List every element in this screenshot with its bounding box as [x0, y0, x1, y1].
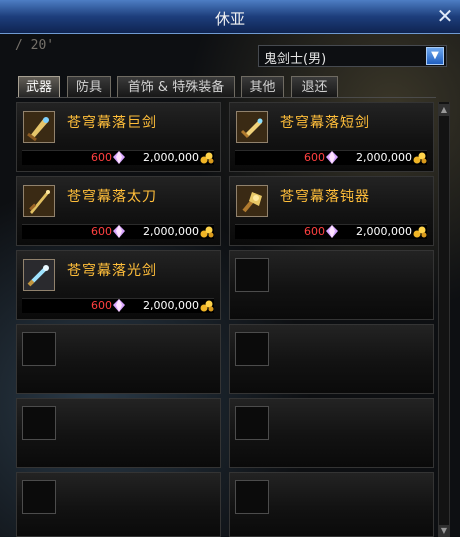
shop-item[interactable]: 苍穹幕落太刀 600 2,000,000: [16, 176, 221, 246]
crystal-icon: [113, 225, 125, 238]
shop-item-grid: 苍穹幕落巨剑 600 2,000,000 苍穹幕落短剑 600 2,000,00…: [16, 102, 436, 537]
empty-slot: [229, 250, 434, 320]
empty-item-slot: [22, 480, 56, 514]
tab-divider: [16, 97, 436, 98]
empty-item-slot: [235, 480, 269, 514]
close-icon[interactable]: ✕: [436, 6, 454, 26]
tab-weapons[interactable]: 武器: [18, 76, 60, 98]
crystal-icon: [113, 151, 125, 164]
gold-coin-icon: [413, 152, 427, 164]
item-price: 2,000,000: [356, 151, 412, 164]
empty-slot: [16, 472, 221, 537]
empty-item-slot: [22, 406, 56, 440]
shop-item[interactable]: 苍穹幕落光剑 600 2,000,000: [16, 250, 221, 320]
title-bar: 休亚 ✕: [0, 0, 460, 34]
gold-coin-icon: [413, 226, 427, 238]
tab-accessories-special[interactable]: 首饰 & 特殊装备: [117, 76, 235, 98]
empty-item-slot: [22, 332, 56, 366]
item-quantity: 600: [304, 151, 325, 164]
empty-slot: [16, 398, 221, 468]
scroll-up-icon[interactable]: ▲: [439, 104, 449, 116]
item-name: 苍穹幕落钝器: [280, 189, 370, 205]
gold-coin-icon: [200, 226, 214, 238]
chevron-down-icon[interactable]: ▼: [426, 47, 444, 65]
item-name: 苍穹幕落短剑: [280, 115, 370, 131]
item-price: 2,000,000: [143, 299, 199, 312]
crystal-icon: [326, 225, 338, 238]
greatsword-icon: [23, 111, 55, 143]
window-title: 休亚: [214, 10, 245, 28]
price-bar: 600 2,000,000: [235, 224, 427, 239]
gold-coin-icon: [200, 152, 214, 164]
class-dropdown[interactable]: 鬼剑士(男) ▼: [258, 45, 447, 67]
item-name: 苍穹幕落太刀: [67, 189, 157, 205]
empty-item-slot: [235, 258, 269, 292]
item-price: 2,000,000: [143, 151, 199, 164]
scroll-down-icon[interactable]: ▼: [439, 525, 449, 537]
crystal-icon: [113, 299, 125, 312]
item-quantity: 600: [91, 151, 112, 164]
tab-armor[interactable]: 防具: [67, 76, 111, 98]
shop-item[interactable]: 苍穹幕落钝器 600 2,000,000: [229, 176, 434, 246]
item-quantity: 600: [91, 299, 112, 312]
hint-text: / 20': [15, 38, 55, 53]
item-price: 2,000,000: [143, 225, 199, 238]
empty-slot: [229, 472, 434, 537]
gold-coin-icon: [200, 300, 214, 312]
shortsword-icon: [236, 111, 268, 143]
price-bar: 600 2,000,000: [22, 224, 214, 239]
crystal-icon: [326, 151, 338, 164]
scrollbar[interactable]: ▲ ▼: [438, 102, 450, 537]
shop-item[interactable]: 苍穹幕落短剑 600 2,000,000: [229, 102, 434, 172]
item-quantity: 600: [91, 225, 112, 238]
class-dropdown-value: 鬼剑士(男): [264, 52, 327, 67]
price-bar: 600 2,000,000: [235, 150, 427, 165]
tab-refund[interactable]: 退还: [291, 76, 338, 98]
empty-slot: [229, 398, 434, 468]
blunt-weapon-icon: [236, 185, 268, 217]
empty-item-slot: [235, 406, 269, 440]
item-price: 2,000,000: [356, 225, 412, 238]
item-name: 苍穹幕落光剑: [67, 263, 157, 279]
lightsaber-icon: [23, 259, 55, 291]
item-quantity: 600: [304, 225, 325, 238]
empty-slot: [229, 324, 434, 394]
katana-icon: [23, 185, 55, 217]
shop-item[interactable]: 苍穹幕落巨剑 600 2,000,000: [16, 102, 221, 172]
empty-item-slot: [235, 332, 269, 366]
item-name: 苍穹幕落巨剑: [67, 115, 157, 131]
price-bar: 600 2,000,000: [22, 150, 214, 165]
tab-other[interactable]: 其他: [241, 76, 284, 98]
empty-slot: [16, 324, 221, 394]
price-bar: 600 2,000,000: [22, 298, 214, 313]
